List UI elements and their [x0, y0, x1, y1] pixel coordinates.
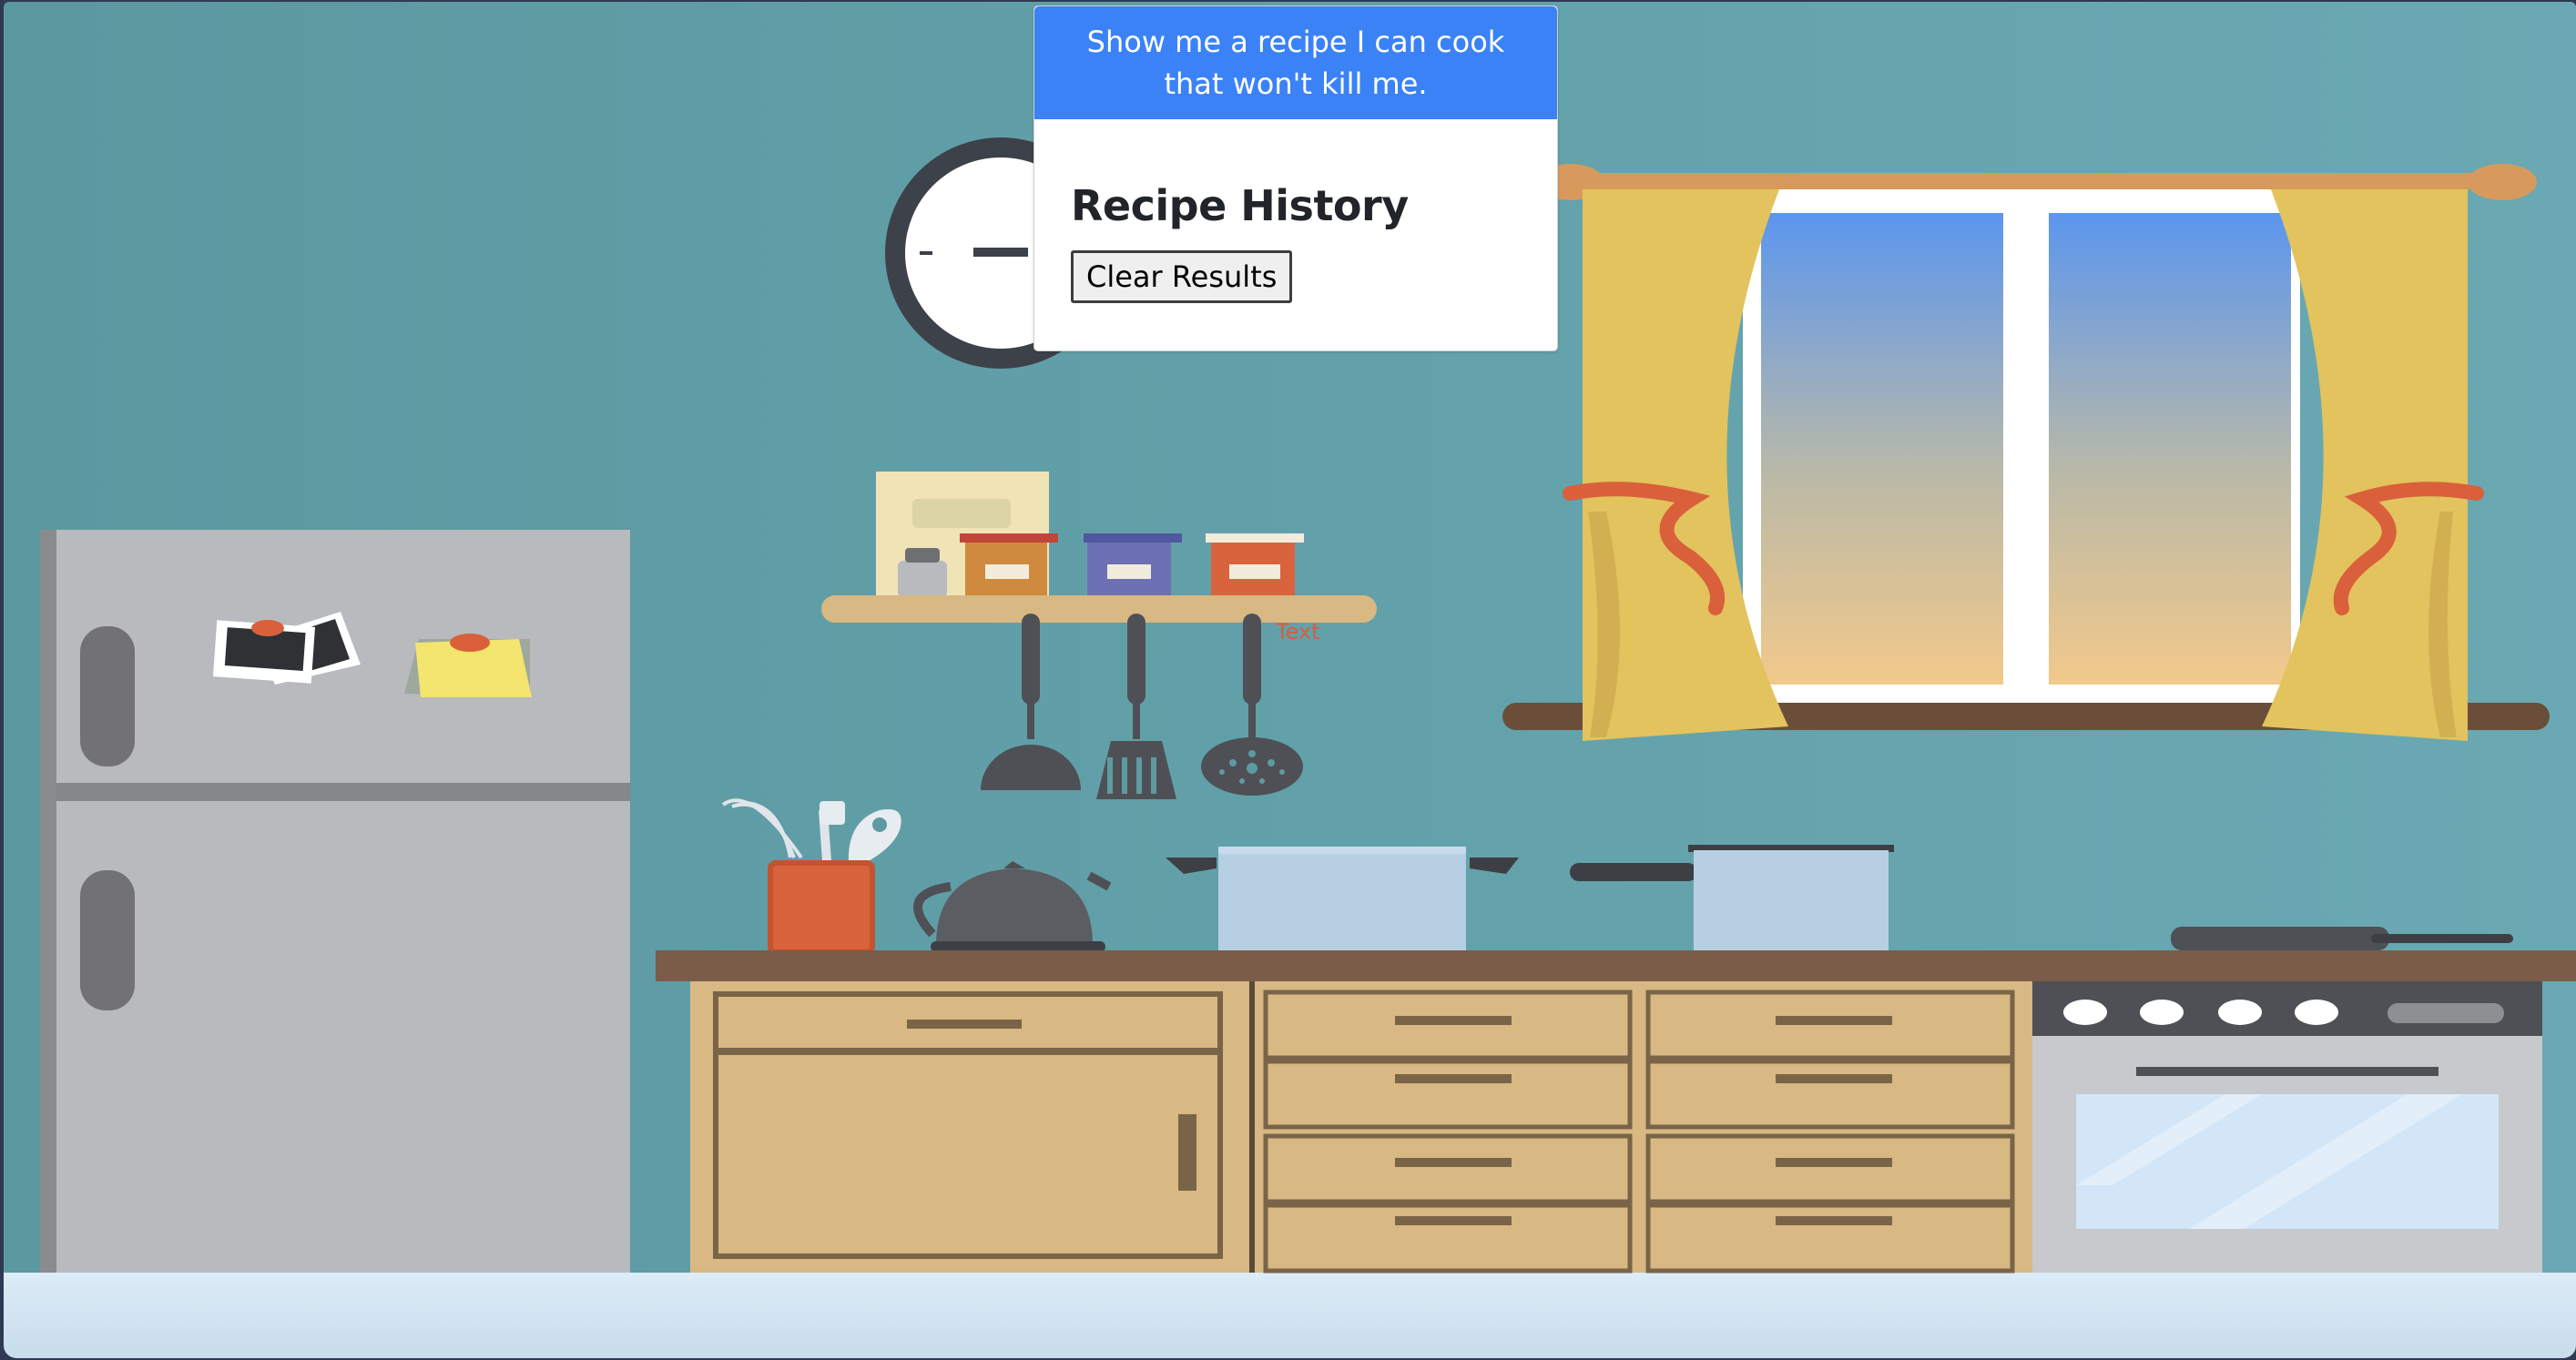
floor	[4, 1273, 2576, 1358]
cabinet-left	[690, 981, 1255, 1273]
spice-jar-icon	[898, 548, 947, 597]
recipe-card: Show me a recipe I can cook that won't k…	[1033, 5, 1558, 351]
pot-icon	[1166, 847, 1519, 952]
fridge-icon	[40, 530, 630, 1273]
sticky-note-icon	[404, 634, 532, 697]
shelf-text-label: Text	[1276, 619, 1320, 644]
recipe-history-title: Recipe History	[1071, 181, 1409, 230]
browser-viewport: Text Show me a recipe I can cook that wo…	[4, 2, 2576, 1358]
show-recipe-button[interactable]: Show me a recipe I can cook that won't k…	[1034, 6, 1557, 119]
window	[1502, 164, 2550, 741]
clear-results-button[interactable]: Clear Results	[1071, 250, 1293, 303]
recipe-history-panel: Recipe History Clear Results	[1034, 181, 1557, 303]
countertop	[656, 950, 2576, 981]
drawers-middle	[1255, 981, 2036, 1274]
stove-icon	[2032, 981, 2542, 1273]
